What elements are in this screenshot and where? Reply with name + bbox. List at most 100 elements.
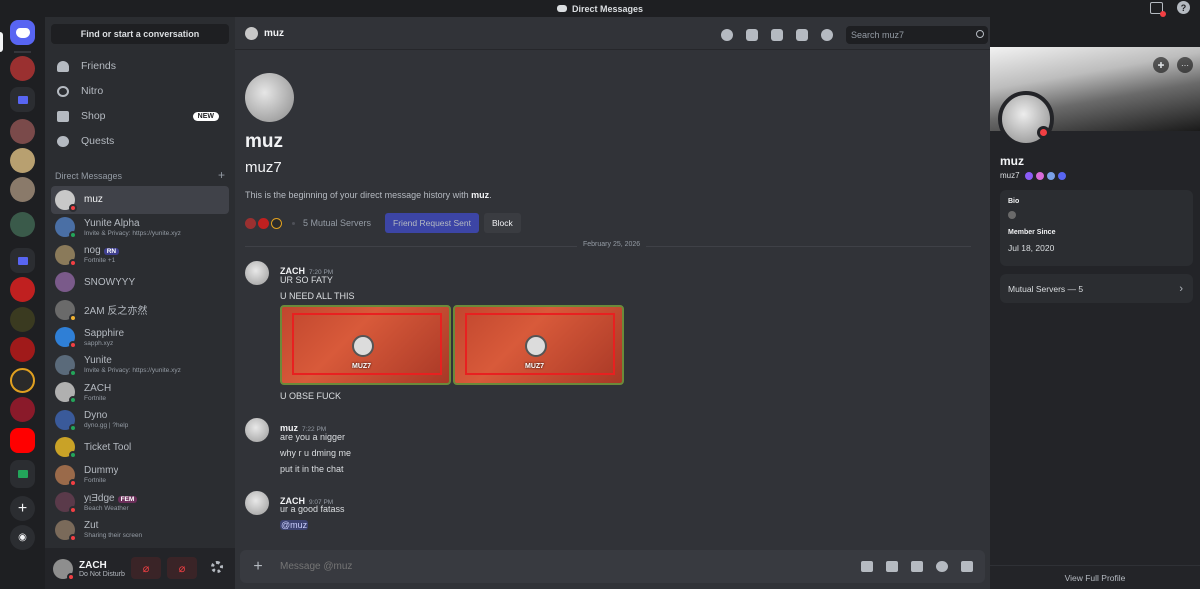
dm-item[interactable]: Dyno dyno.gg | ?help xyxy=(51,406,229,434)
server-icon[interactable] xyxy=(10,337,35,362)
find-conversation-button[interactable]: Find or start a conversation xyxy=(51,24,229,44)
video-call-icon[interactable] xyxy=(746,29,758,41)
avatar[interactable] xyxy=(245,418,269,442)
server-folder[interactable] xyxy=(10,460,35,488)
server-folder[interactable] xyxy=(10,248,35,273)
bio-label: Bio xyxy=(1008,198,1020,205)
avatar[interactable] xyxy=(245,26,258,40)
profile-avatar[interactable] xyxy=(998,91,1054,147)
server-icon[interactable] xyxy=(10,212,35,237)
hypesquad-badge-icon[interactable] xyxy=(1057,171,1066,180)
avatar xyxy=(55,272,75,293)
dm-item[interactable]: muz xyxy=(51,186,229,214)
image-attachment[interactable]: MUZ7 xyxy=(280,305,451,385)
date-divider: February 25, 2026 xyxy=(245,241,971,248)
dm-item[interactable]: ZACH Fortnite xyxy=(51,379,229,407)
dm-item[interactable]: Ticket Tool xyxy=(51,434,229,462)
pin-icon[interactable] xyxy=(771,29,783,41)
avatar[interactable] xyxy=(245,261,269,285)
help-icon[interactable]: ? xyxy=(1177,1,1190,14)
intro-avatar[interactable] xyxy=(245,73,294,122)
server-icon[interactable] xyxy=(10,397,35,422)
upload-plus-button[interactable]: + xyxy=(250,558,266,575)
server-icon[interactable] xyxy=(10,56,35,81)
nav-quests[interactable]: Quests xyxy=(51,129,229,153)
image-attachment[interactable]: MUZ7 xyxy=(453,305,624,385)
server-icon[interactable] xyxy=(10,277,35,302)
dm-name: 2AM 反之亦然 xyxy=(84,302,147,317)
server-icon[interactable] xyxy=(10,368,35,393)
sticker-icon[interactable] xyxy=(911,561,923,572)
gift-icon[interactable] xyxy=(861,561,873,572)
dm-item[interactable]: 2AM 反之亦然 xyxy=(51,296,229,324)
dm-activity: Fortnite xyxy=(84,394,107,402)
server-icon[interactable] xyxy=(10,307,35,332)
user-status: Do Not Disturb xyxy=(79,570,125,578)
add-server-button[interactable]: + xyxy=(10,496,35,521)
friend-request-sent-button[interactable]: Friend Request Sent xyxy=(385,213,479,233)
search-input[interactable]: Search muz7 xyxy=(846,26,988,44)
avatar xyxy=(55,327,77,350)
discord-logo-icon xyxy=(556,5,567,12)
boost-badge-icon[interactable] xyxy=(1035,171,1044,180)
profile-username-row: muz7 xyxy=(1000,171,1066,180)
status-dnd-icon xyxy=(69,478,77,487)
avatar[interactable] xyxy=(245,491,269,515)
view-full-profile-button[interactable]: View Full Profile xyxy=(990,565,1200,589)
server-icon[interactable] xyxy=(10,428,35,453)
more-options-icon[interactable]: ⋯ xyxy=(1177,57,1193,73)
message-text: U NEED ALL THIS xyxy=(280,291,355,301)
mutual-server-icon xyxy=(258,217,269,229)
dm-item[interactable]: yᴉƎdge FEM Beach Weather xyxy=(51,489,229,517)
dm-item[interactable]: Yunite Alpha Invite & Privacy: https://yu… xyxy=(51,214,229,242)
quests-icon xyxy=(57,135,69,147)
message-text: are you a nigger xyxy=(280,432,346,442)
dm-activity: Beach Weather xyxy=(84,504,129,512)
dm-item[interactable]: SNOWYYY xyxy=(51,269,229,297)
dm-item[interactable]: nog RN Fortnite +1 xyxy=(51,241,229,269)
server-icon[interactable] xyxy=(10,177,35,202)
dm-item[interactable]: Zut Sharing their screen xyxy=(51,516,229,544)
dm-item[interactable]: Yunite Invite & Privacy: https://yunite.x… xyxy=(51,351,229,379)
nav-friends[interactable]: Friends xyxy=(51,54,229,78)
voice-call-icon[interactable] xyxy=(721,29,733,41)
gif-icon[interactable] xyxy=(886,561,898,572)
mute-button[interactable]: ⌀ xyxy=(131,557,161,579)
block-button[interactable]: Block xyxy=(484,213,521,233)
quest-badge-icon[interactable] xyxy=(1046,171,1055,180)
nitro-badge-icon[interactable] xyxy=(1024,171,1033,180)
dm-name-text: Dummy xyxy=(84,465,119,477)
nav-nitro[interactable]: Nitro xyxy=(51,79,229,103)
dm-item[interactable]: Sapphire sapph.xyz xyxy=(51,324,229,352)
status-dnd-icon xyxy=(69,258,77,267)
intro-display-name: muz xyxy=(245,131,283,152)
avatar[interactable] xyxy=(53,558,75,581)
create-dm-button[interactable]: + xyxy=(218,169,225,181)
message-text: UR SO FATY xyxy=(280,275,333,285)
emoji-icon[interactable] xyxy=(936,561,948,572)
add-friends-to-dm-icon[interactable] xyxy=(796,29,808,41)
deafen-button[interactable]: ⌀ xyxy=(167,557,197,579)
user-mention[interactable]: @muz xyxy=(280,520,309,530)
nav-shop[interactable]: Shop NEW xyxy=(51,104,229,128)
server-icon[interactable] xyxy=(10,148,35,173)
message-input[interactable] xyxy=(280,561,861,572)
profile-username: muz7 xyxy=(1000,171,1020,180)
gear-icon[interactable] xyxy=(211,561,223,573)
mutual-server-icon xyxy=(271,217,282,229)
dm-sidebar: Find or start a conversation Friends Nit… xyxy=(45,17,235,589)
inbox-icon[interactable] xyxy=(1150,1,1166,17)
mutual-servers-link[interactable]: 5 Mutual Servers xyxy=(303,218,371,228)
member-since-label: Member Since xyxy=(1008,229,1056,236)
server-folder[interactable] xyxy=(10,87,35,112)
nitro-icon xyxy=(57,85,69,97)
user-profile-icon[interactable] xyxy=(821,29,833,41)
mutual-servers-row[interactable]: Mutual Servers — 5 › xyxy=(1000,274,1193,303)
add-friend-icon[interactable]: ✚ xyxy=(1153,57,1169,73)
server-icon[interactable] xyxy=(10,119,35,144)
discover-button[interactable]: ◉ xyxy=(10,525,35,550)
home-button[interactable] xyxy=(10,20,35,45)
apps-icon[interactable] xyxy=(961,561,973,572)
rail-divider xyxy=(14,51,31,53)
dm-item[interactable]: Dummy Fortnite xyxy=(51,461,229,489)
